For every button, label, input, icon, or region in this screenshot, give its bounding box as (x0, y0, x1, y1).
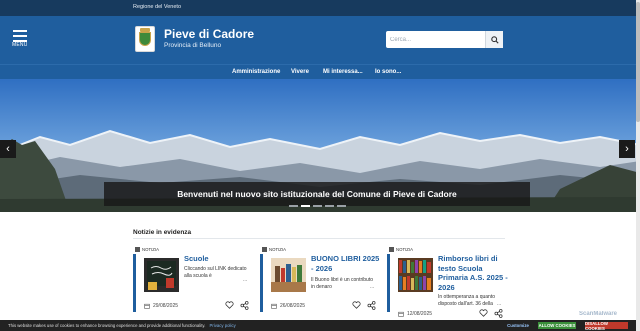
card-actions (479, 309, 503, 318)
share-icon[interactable] (494, 309, 503, 318)
card-actions (352, 301, 376, 310)
card-date: 29/08/2025 (144, 303, 178, 309)
carousel-dot[interactable] (325, 205, 334, 207)
card-thumbnail[interactable] (144, 258, 179, 292)
hero-caption: Benvenuti nel nuovo sito istituzionale d… (104, 182, 530, 206)
card-accent-stripe (133, 254, 136, 312)
card-title[interactable]: Scuole (184, 254, 256, 264)
nav-item-amministrazione[interactable]: Amministrazione (232, 69, 280, 75)
cookie-message: This website makes use of cookies to enh… (8, 323, 236, 328)
card-thumbnail[interactable] (398, 258, 433, 292)
chevron-right-icon: › (625, 143, 629, 155)
hamburger-icon-bar (13, 35, 27, 37)
cookie-banner: This website makes use of cookies to enh… (0, 320, 640, 331)
category-icon (389, 247, 394, 252)
cookie-text: This website makes use of cookies to enh… (8, 323, 206, 328)
section-divider (133, 238, 505, 239)
region-link[interactable]: Regione del Veneto (133, 4, 181, 10)
card-category-label: NOTIZIA (142, 247, 159, 252)
category-icon (262, 247, 267, 252)
chalkboard-image (144, 258, 179, 292)
top-bar: Regione del Veneto (0, 0, 640, 16)
news-section-title: Notizie in evidenza (133, 229, 192, 236)
share-icon[interactable] (240, 301, 249, 310)
site-title[interactable]: Pieve di Cadore (164, 27, 254, 41)
municipality-crest-logo[interactable] (135, 26, 155, 52)
carousel-dot[interactable] (289, 205, 298, 207)
menu-label: MENU (12, 42, 28, 48)
card-title[interactable]: BUONO LIBRI 2025 - 2026 (311, 254, 383, 273)
card-date-text: 12/08/2025 (407, 311, 433, 317)
customize-cookies-button[interactable]: Customize (506, 322, 530, 329)
privacy-policy-link[interactable]: Privacy policy (209, 323, 235, 328)
card-thumbnail[interactable] (271, 258, 306, 292)
news-card[interactable]: NOTIZIA Rimborso libri di testo Scuola P… (387, 246, 508, 321)
carousel-prev-button[interactable]: ‹ (0, 140, 16, 158)
card-accent-stripe (387, 254, 390, 312)
main-navigation: Amministrazione Vivere Mi interessa... I… (0, 64, 640, 79)
crest-shield (139, 32, 151, 46)
card-date: 12/08/2025 (398, 311, 432, 317)
share-icon[interactable] (367, 301, 376, 310)
site-subtitle: Provincia di Belluno (164, 42, 222, 49)
nav-item-vivere[interactable]: Vivere (291, 69, 309, 75)
calendar-icon (271, 303, 277, 309)
card-excerpt: In ottemperanza a quanto disposto dall'a… (438, 294, 495, 307)
card-actions (225, 301, 249, 310)
carousel-next-button[interactable]: › (619, 140, 635, 158)
card-ellipsis: ... (370, 284, 375, 290)
heart-icon[interactable] (352, 301, 361, 309)
card-ellipsis: ... (497, 301, 502, 307)
search-box (386, 31, 503, 48)
calendar-icon (144, 303, 150, 309)
bookshelf-image (398, 258, 433, 292)
card-excerpt: Il Buono libri è un contributo in denaro (311, 277, 373, 290)
search-button[interactable] (485, 31, 503, 48)
news-card[interactable]: NOTIZIA BUONO LIBRI 2025 - 2026 Il Buono… (260, 246, 379, 321)
watermark-text: ScanMalware (579, 311, 618, 317)
card-accent-stripe (260, 254, 263, 312)
card-category-label: NOTIZIA (269, 247, 286, 252)
card-category: NOTIZIA (389, 247, 413, 252)
card-category: NOTIZIA (135, 247, 159, 252)
scrollbar-thumb[interactable] (636, 2, 640, 122)
card-date-text: 29/08/2025 (153, 303, 179, 309)
card-ellipsis: ... (243, 277, 248, 283)
site-header: MENU Pieve di Cadore Provincia di Bellun… (0, 16, 640, 64)
heart-icon[interactable] (479, 309, 488, 317)
books-shelf-image (271, 258, 306, 292)
carousel-dot[interactable] (337, 205, 346, 207)
news-card[interactable]: NOTIZIA Scuole Cliccando sul LINK dedica… (133, 246, 251, 321)
nav-item-io-sono[interactable]: Io sono... (375, 69, 401, 75)
card-excerpt: Cliccando sul LINK dedicato alla scuola … (184, 266, 247, 279)
card-date-text: 26/08/2025 (280, 303, 306, 309)
nav-item-mi-interessa[interactable]: Mi interessa... (323, 69, 363, 75)
card-category-label: NOTIZIA (396, 247, 413, 252)
search-input[interactable] (386, 31, 484, 48)
carousel-dot[interactable] (313, 205, 322, 207)
allow-cookies-button[interactable]: ALLOW COOKIES (538, 322, 576, 329)
search-icon (490, 35, 499, 44)
disallow-cookies-button[interactable]: DISALLOW COOKIES (585, 321, 628, 331)
carousel-dot-active[interactable] (301, 205, 310, 207)
card-date: 26/08/2025 (271, 303, 305, 309)
hamburger-icon (13, 30, 27, 32)
card-category: NOTIZIA (262, 247, 286, 252)
heart-icon[interactable] (225, 301, 234, 309)
chevron-left-icon: ‹ (6, 143, 10, 155)
calendar-icon (398, 311, 404, 317)
card-title[interactable]: Rimborso libri di testo Scuola Primaria … (438, 254, 510, 292)
category-icon (135, 247, 140, 252)
